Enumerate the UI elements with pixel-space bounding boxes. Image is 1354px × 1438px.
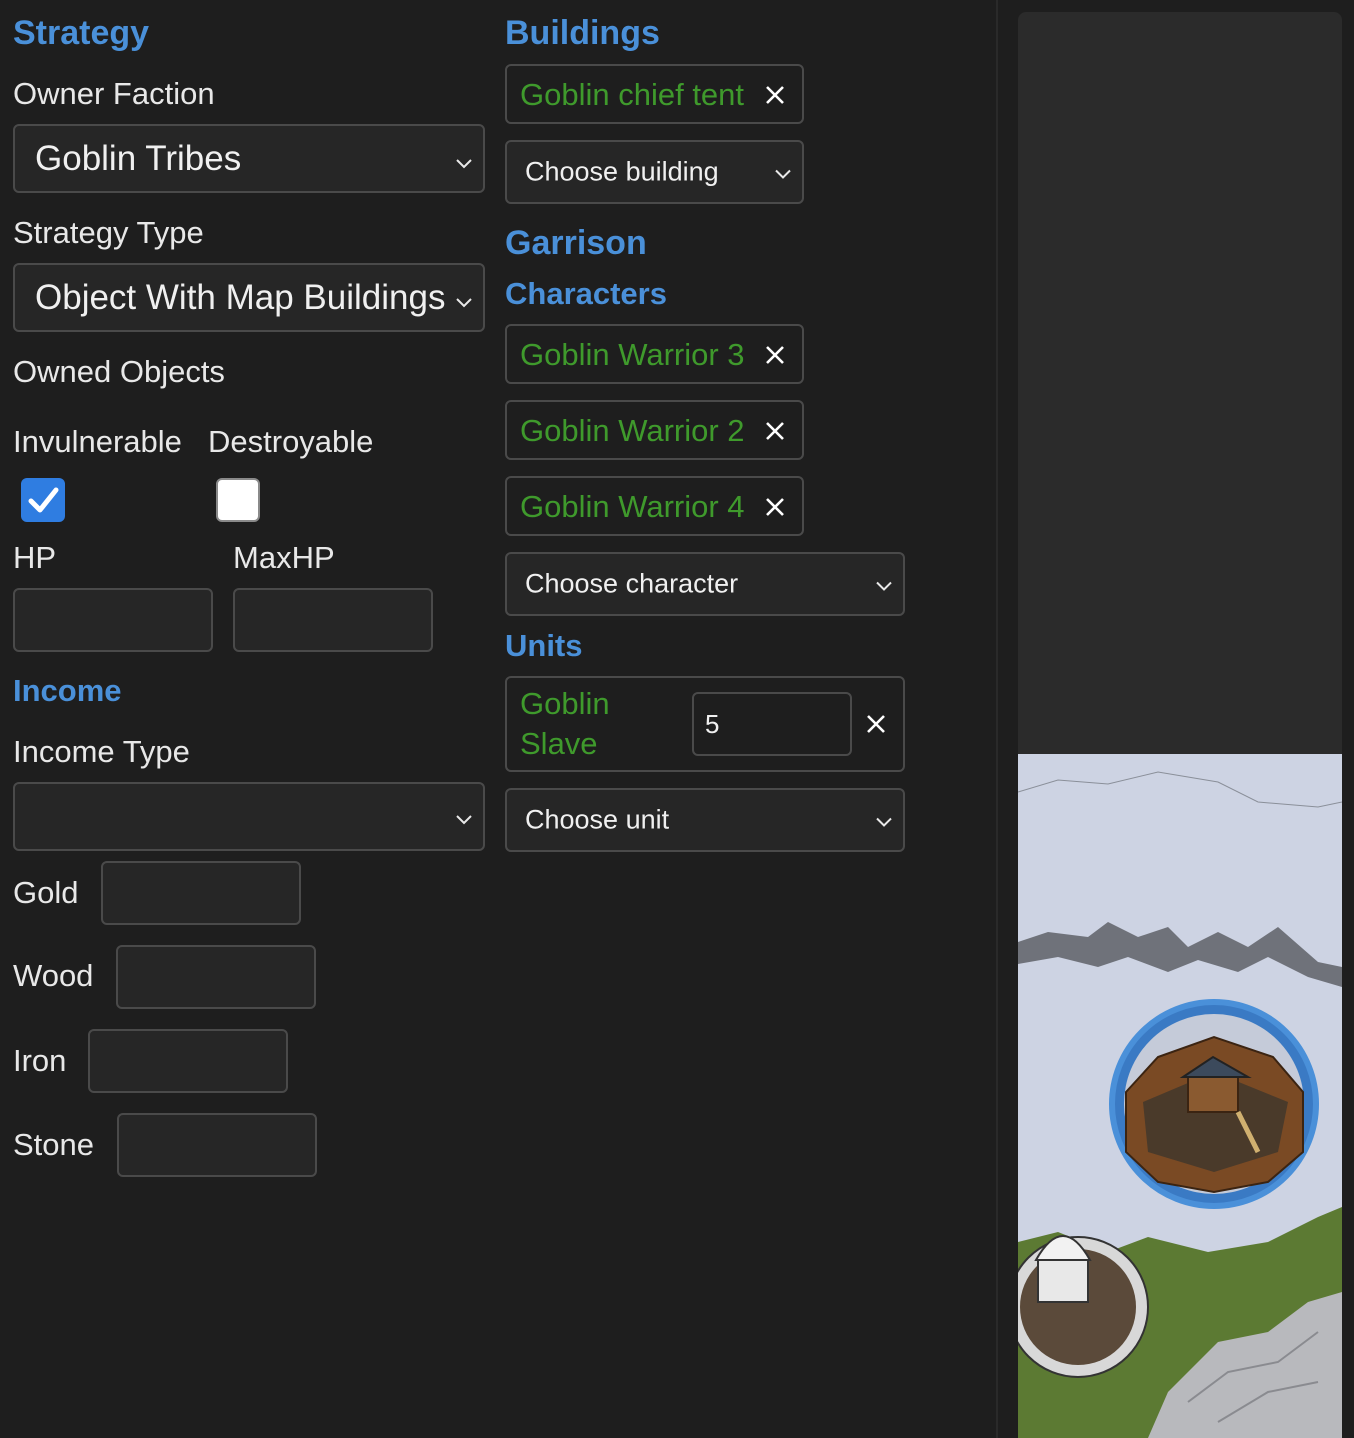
map-preview-panel — [1018, 12, 1342, 1438]
income-type-label: Income Type — [13, 734, 190, 769]
choose-character-placeholder: Choose character — [525, 568, 739, 599]
maxhp-label: MaxHP — [233, 540, 335, 575]
close-icon[interactable] — [765, 345, 785, 370]
chevron-down-icon — [774, 157, 792, 188]
units-heading: Units — [505, 628, 583, 663]
character-tag-label: Goblin Warrior 4 — [520, 489, 745, 524]
strategy-type-select[interactable]: Object With Map Buildings — [13, 263, 485, 332]
map-preview[interactable] — [1018, 12, 1342, 1438]
close-icon[interactable] — [765, 421, 785, 446]
strategy-type-value: Object With Map Buildings — [35, 277, 445, 317]
iron-input[interactable] — [88, 1029, 288, 1093]
unit-name-line2: Slave — [520, 726, 598, 761]
choose-building-select[interactable]: Choose building — [505, 140, 804, 204]
close-icon[interactable] — [866, 714, 886, 739]
chevron-down-icon — [875, 569, 893, 600]
building-tag-label: Goblin chief tent — [520, 77, 745, 112]
unit-name-line1: Goblin — [520, 686, 610, 721]
wood-input[interactable] — [116, 945, 316, 1009]
income-heading: Income — [13, 673, 122, 708]
character-tag: Goblin Warrior 4 — [505, 476, 804, 536]
character-tag: Goblin Warrior 2 — [505, 400, 804, 460]
chevron-down-icon — [455, 139, 473, 179]
characters-heading: Characters — [505, 276, 667, 311]
stone-input[interactable] — [117, 1113, 317, 1177]
character-tag-label: Goblin Warrior 3 — [520, 337, 745, 372]
strategy-heading: Strategy — [13, 14, 150, 52]
invulnerable-label: Invulnerable — [13, 424, 182, 459]
column-divider — [996, 0, 998, 1438]
chevron-down-icon — [455, 278, 473, 318]
garrison-heading: Garrison — [505, 224, 647, 262]
iron-label: Iron — [13, 1043, 67, 1078]
unit-tag: Goblin Slave 5 — [505, 676, 905, 772]
choose-character-select[interactable]: Choose character — [505, 552, 905, 616]
close-icon[interactable] — [765, 497, 785, 522]
destroyable-checkbox[interactable] — [216, 478, 260, 522]
owned-objects-label: Owned Objects — [13, 354, 225, 389]
character-tag-label: Goblin Warrior 2 — [520, 413, 745, 448]
maxhp-input[interactable] — [233, 588, 433, 652]
owner-faction-label: Owner Faction — [13, 76, 215, 111]
income-type-select[interactable] — [13, 782, 485, 851]
choose-unit-placeholder: Choose unit — [525, 804, 670, 835]
strategy-type-label: Strategy Type — [13, 215, 204, 250]
hp-input[interactable] — [13, 588, 213, 652]
wood-label: Wood — [13, 958, 94, 993]
owner-faction-value: Goblin Tribes — [35, 138, 242, 178]
destroyable-label: Destroyable — [208, 424, 374, 459]
hp-label: HP — [13, 540, 57, 575]
chevron-down-icon — [875, 805, 893, 836]
buildings-heading: Buildings — [505, 14, 660, 52]
checkmark-icon — [28, 487, 59, 513]
choose-building-placeholder: Choose building — [525, 156, 719, 187]
owner-faction-select[interactable]: Goblin Tribes — [13, 124, 485, 193]
gold-label: Gold — [13, 875, 79, 910]
building-tag: Goblin chief tent — [505, 64, 804, 124]
unit-count-input[interactable]: 5 — [692, 692, 852, 756]
invulnerable-checkbox[interactable] — [21, 478, 65, 522]
close-icon[interactable] — [765, 85, 785, 110]
choose-unit-select[interactable]: Choose unit — [505, 788, 905, 852]
chevron-down-icon — [455, 800, 473, 834]
character-tag: Goblin Warrior 3 — [505, 324, 804, 384]
stone-label: Stone — [13, 1127, 95, 1162]
gold-input[interactable] — [101, 861, 301, 925]
